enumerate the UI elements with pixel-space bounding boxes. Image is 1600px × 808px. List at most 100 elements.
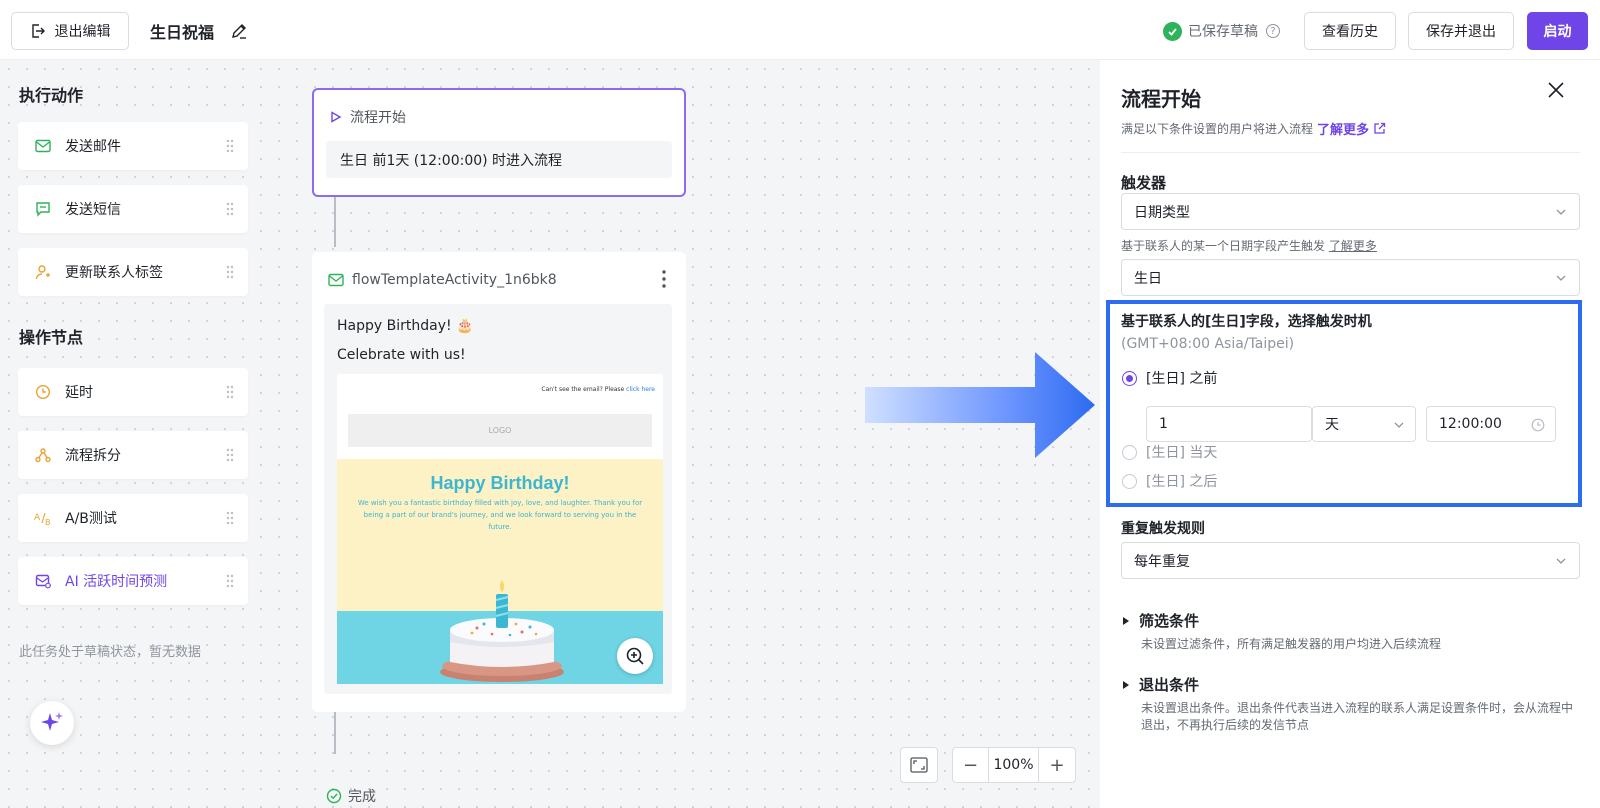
node-flow-split[interactable]: 流程拆分 — [18, 431, 248, 479]
message-icon — [34, 200, 52, 218]
drag-handle-icon[interactable] — [226, 385, 234, 399]
chevron-down-icon — [1556, 558, 1566, 564]
node-delay[interactable]: 延时 — [18, 368, 248, 416]
email-node[interactable]: flowTemplateActivity_1n6bk8 Happy Birthd… — [312, 252, 686, 712]
chevron-down-icon — [1556, 209, 1566, 215]
radio-unselected[interactable] — [1122, 444, 1137, 460]
birthday-cake-image — [440, 580, 564, 682]
action-label: 发送短信 — [65, 202, 121, 218]
option-before[interactable]: [生日] 之前 — [1122, 368, 1217, 388]
date-field-select[interactable]: 生日 — [1121, 259, 1580, 296]
radio-unselected[interactable] — [1122, 473, 1137, 489]
preview-top-link: click here — [626, 386, 655, 393]
node-ai-active-time-prediction[interactable]: AI 活跃时间预测 — [18, 557, 248, 605]
fit-view-button[interactable] — [900, 747, 938, 783]
action-send-sms[interactable]: 发送短信 — [18, 185, 248, 233]
ai-assistant-button[interactable] — [30, 701, 74, 745]
email-node-header: flowTemplateActivity_1n6bk8 — [328, 272, 557, 288]
offset-unit-select[interactable]: 天 — [1312, 406, 1416, 442]
offset-unit-value: 天 — [1325, 417, 1339, 433]
preview-logo: LOGO — [348, 414, 652, 447]
drag-handle-icon[interactable] — [226, 265, 234, 279]
caret-right-icon — [1123, 616, 1129, 625]
learn-more-link[interactable]: 了解更多 — [1317, 119, 1369, 138]
check-circle-icon — [1163, 21, 1182, 41]
flow-start-node[interactable]: 流程开始 生日 前1天 (12:00:00) 时进入流程 — [312, 88, 686, 197]
option-before-label: [生日] 之前 — [1146, 371, 1218, 387]
action-update-contact-tag[interactable]: 更新联系人标签 — [18, 248, 248, 296]
email-subject: Happy Birthday! 🎂 — [337, 318, 474, 334]
clock-icon — [34, 383, 52, 401]
drag-handle-icon[interactable] — [226, 448, 234, 462]
node-ab-test[interactable]: AB A/B测试 — [18, 494, 248, 542]
filter-title: 筛选条件 — [1139, 612, 1200, 630]
radio-selected[interactable] — [1122, 370, 1137, 386]
flow-end-node: 完成 — [326, 786, 376, 806]
node-label: A/B测试 — [65, 511, 117, 527]
clock-icon — [1531, 418, 1545, 432]
option-same-day-label: [生日] 当天 — [1146, 445, 1218, 461]
drag-handle-icon[interactable] — [226, 511, 234, 525]
drag-handle-icon[interactable] — [226, 202, 234, 216]
preview-heading: Happy Birthday! — [430, 473, 570, 493]
svg-text:B: B — [45, 518, 51, 526]
caret-right-icon — [1123, 680, 1129, 689]
more-options-icon[interactable] — [662, 270, 666, 288]
repeat-rule-value: 每年重复 — [1134, 553, 1190, 570]
exit-conditions-toggle[interactable]: 退出条件 — [1123, 674, 1199, 695]
zoom-out-button[interactable]: − — [953, 748, 989, 782]
flow-connector — [334, 197, 336, 247]
edit-pencil-icon[interactable] — [229, 21, 249, 41]
repeat-rule-select[interactable]: 每年重复 — [1121, 542, 1580, 579]
trigger-hint-link[interactable]: 了解更多 — [1329, 239, 1377, 253]
filter-description: 未设置过滤条件，所有满足触发器的用户均进入后续流程 — [1141, 637, 1442, 651]
offset-input[interactable]: 1 — [1146, 406, 1312, 442]
zoom-level: 100% — [989, 748, 1039, 782]
action-label: 发送邮件 — [65, 139, 121, 155]
actions-section-title: 执行动作 — [19, 86, 84, 105]
trigger-hint-text: 基于联系人的某一个日期字段产生触发 — [1121, 239, 1326, 253]
drag-handle-icon[interactable] — [226, 139, 234, 153]
timezone-label: (GMT+08:00 Asia/Taipei) — [1121, 336, 1295, 352]
close-icon[interactable] — [1546, 80, 1566, 100]
preview-text: We wish you a fantastic birthday filled … — [357, 499, 643, 531]
preview-zoom-button[interactable] — [617, 638, 653, 674]
help-icon[interactable]: ? — [1266, 24, 1280, 38]
action-label: 更新联系人标签 — [65, 265, 163, 281]
split-icon — [34, 446, 52, 464]
panel-subtitle: 满足以下条件设置的用户将进入流程 了解更多 — [1121, 119, 1386, 138]
exit-edit-button[interactable]: 退出编辑 — [11, 12, 129, 50]
drag-handle-icon[interactable] — [226, 574, 234, 588]
trigger-section-title: 触发器 — [1121, 174, 1167, 192]
zoom-in-button[interactable]: + — [1039, 748, 1075, 782]
mail-icon — [34, 137, 52, 155]
node-label: 延时 — [65, 385, 93, 401]
ai-predict-icon — [34, 572, 52, 590]
repeat-rule-title: 重复触发规则 — [1121, 521, 1205, 537]
flow-start-title: 流程开始 — [350, 110, 406, 126]
draft-status-note: 此任务处于草稿状态，暂无数据 — [19, 645, 202, 660]
external-link-icon[interactable] — [1373, 122, 1386, 135]
panel-subtitle-text: 满足以下条件设置的用户将进入流程 — [1121, 122, 1314, 136]
view-history-button[interactable]: 查看历史 — [1304, 12, 1396, 50]
option-same-day[interactable]: [生日] 当天 — [1122, 442, 1217, 462]
start-button[interactable]: 启动 — [1527, 12, 1588, 50]
action-send-email[interactable]: 发送邮件 — [18, 122, 248, 170]
offset-value: 1 — [1159, 416, 1168, 432]
exit-description: 未设置退出条件。退出条件代表当进入流程的联系人满足设置条件时，会从流程中退出，不… — [1141, 701, 1574, 732]
option-after[interactable]: [生日] 之后 — [1122, 471, 1217, 491]
node-label: 流程拆分 — [65, 448, 121, 464]
save-and-exit-button[interactable]: 保存并退出 — [1408, 12, 1514, 50]
flow-end-label: 完成 — [348, 789, 376, 805]
time-picker[interactable]: 12:00:00 — [1426, 406, 1556, 442]
exit-title: 退出条件 — [1139, 676, 1200, 694]
panel-title: 流程开始 — [1121, 87, 1201, 111]
trigger-type-value: 日期类型 — [1134, 204, 1190, 221]
trigger-hint: 基于联系人的某一个日期字段产生触发 了解更多 — [1121, 237, 1377, 254]
zoom-controls: − 100% + — [952, 747, 1076, 783]
preview-top-text: Can't see the email? Please click here — [541, 386, 655, 393]
trigger-type-select[interactable]: 日期类型 — [1121, 193, 1580, 230]
filter-conditions-toggle[interactable]: 筛选条件 — [1123, 610, 1199, 631]
exit-icon — [31, 24, 45, 38]
email-preview: Can't see the email? Please click here L… — [337, 374, 663, 684]
